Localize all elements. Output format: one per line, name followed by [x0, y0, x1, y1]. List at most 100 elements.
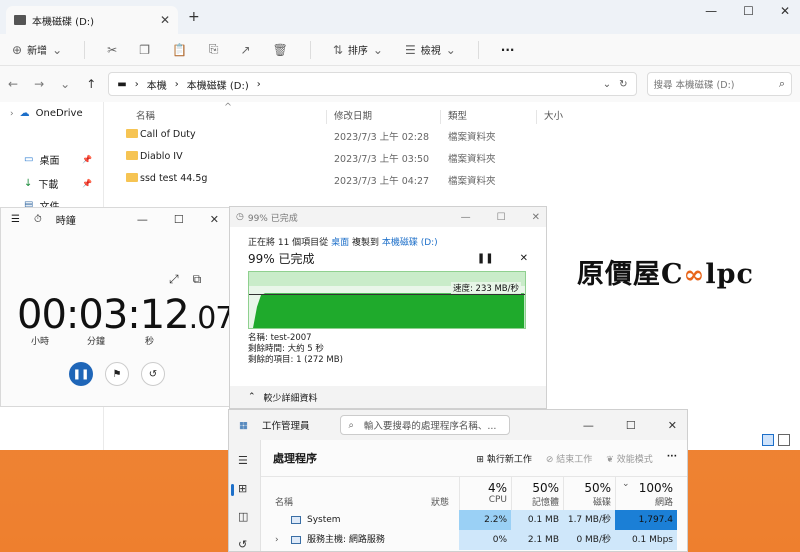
column-network[interactable]: ⌄ 100% 網路	[615, 477, 677, 511]
memory-cell: 0.1 MB	[511, 510, 563, 530]
speed-area-path	[249, 293, 525, 328]
close-icon[interactable]: ✕	[668, 419, 677, 432]
clock-title: 時鐘	[55, 215, 76, 227]
minimize-icon[interactable]: —	[137, 213, 148, 226]
column-divider[interactable]	[536, 110, 537, 124]
logo-text: 原價屋	[577, 259, 661, 290]
sidebar-item-onedrive[interactable]: › ☁ OneDrive	[10, 108, 83, 119]
copy-dest-link[interactable]: 本機磁碟 (D:)	[382, 238, 438, 248]
expand-chevron-icon[interactable]: ›	[275, 530, 285, 550]
lap-button[interactable]: ⚑	[105, 362, 129, 386]
column-status[interactable]: 狀態	[431, 495, 449, 508]
share-icon[interactable]: ↗	[241, 43, 251, 57]
minimize-icon[interactable]: —	[583, 419, 594, 432]
less-details-button[interactable]: ⌃ 較少詳細資料	[230, 386, 546, 408]
paste-icon[interactable]: 📋	[172, 43, 187, 57]
hamburger-icon[interactable]: ☰	[11, 214, 20, 225]
toolbar-divider	[477, 40, 479, 59]
maximize-icon[interactable]: ☐	[174, 213, 184, 226]
forward-icon[interactable]: →	[34, 77, 44, 91]
column-name[interactable]: 名稱	[136, 108, 155, 122]
logo-text: C	[661, 259, 684, 290]
view-toggles	[762, 434, 790, 446]
coolpc-logo: 原價屋C∞lpc	[577, 252, 754, 291]
tab-close-icon[interactable]: ✕	[160, 13, 170, 27]
breadcrumb-drive[interactable]: 本機磁碟 (D:)	[187, 77, 249, 92]
minimize-icon[interactable]: —	[461, 212, 471, 223]
run-new-task-button[interactable]: ⊞ 執行新工作	[476, 452, 531, 465]
pin-icon: 📌	[82, 155, 92, 164]
up-icon[interactable]: ↑	[86, 77, 96, 91]
file-modified: 2023/7/3 上午 02:28	[334, 132, 430, 143]
column-divider[interactable]	[326, 110, 327, 124]
search-icon: ⌕	[348, 419, 354, 431]
delete-icon[interactable]: 🗑	[273, 43, 288, 57]
hamburger-icon[interactable]: ☰	[238, 454, 248, 467]
app-history-icon[interactable]: ↺	[238, 538, 247, 551]
back-icon[interactable]: ←	[8, 77, 18, 91]
explorer-tab[interactable]: 本機磁碟 (D:) ✕	[6, 6, 178, 34]
list-item[interactable]: Call of Duty 2023/7/3 上午 02:28 檔案資料夾	[126, 126, 596, 146]
recent-chevron-icon[interactable]: ⌄	[60, 77, 70, 91]
column-modified[interactable]: 修改日期	[334, 108, 372, 122]
column-type[interactable]: 類型	[448, 108, 467, 122]
performance-icon[interactable]: ◫	[238, 510, 248, 523]
copy-icon[interactable]: ❐	[139, 43, 150, 57]
pc-icon: ▬	[117, 78, 127, 90]
file-type: 檔案資料夾	[448, 154, 496, 165]
address-dropdown-icon[interactable]: ⌄	[603, 79, 611, 90]
column-divider[interactable]	[440, 110, 441, 124]
process-table-header: 名稱 狀態 4% CPU 50% 記憶體 50% 磁碟 ⌄ 100% 網路	[261, 476, 687, 511]
search-input[interactable]: 搜尋 本機磁碟 (D:) ⌕	[646, 72, 792, 96]
new-tab-icon[interactable]: +	[188, 9, 200, 25]
column-disk[interactable]: 50% 磁碟	[563, 477, 615, 511]
cut-icon[interactable]: ✂	[107, 43, 117, 57]
reset-button[interactable]: ↺	[141, 362, 165, 386]
column-memory[interactable]: 50% 記憶體	[511, 477, 563, 511]
maximize-icon[interactable]: ☐	[626, 419, 636, 432]
details-view-icon[interactable]	[762, 434, 774, 446]
table-row[interactable]: System 2.2% 0.1 MB 1.7 MB/秒 1,797.4 Mbps	[261, 510, 687, 545]
sidebar-item-downloads[interactable]: ↓ 下載 📌	[24, 176, 100, 191]
sidebar-item-desktop[interactable]: ▭ 桌面 📌	[24, 152, 100, 167]
column-size[interactable]: 大小	[544, 108, 563, 122]
keep-on-top-icon[interactable]: ⧉	[193, 272, 202, 287]
minimize-icon[interactable]: —	[705, 4, 717, 18]
breadcrumb-pc[interactable]: 本機	[147, 77, 167, 92]
copy-source-link[interactable]: 桌面	[331, 238, 349, 248]
label-seconds: 秒	[145, 337, 155, 347]
tiles-view-icon[interactable]	[778, 434, 790, 446]
cancel-icon[interactable]: ✕	[520, 253, 528, 264]
column-cpu[interactable]: 4% CPU	[459, 477, 511, 511]
list-item[interactable]: Diablo IV 2023/7/3 上午 03:50 檔案資料夾	[126, 148, 596, 168]
process-search-input[interactable]: ⌕ 輸入要搜尋的處理程序名稱、...	[339, 415, 510, 435]
address-bar[interactable]: ▬ › 本機 › 本機磁碟 (D:) › ⌄ ↻	[108, 72, 637, 96]
pause-button[interactable]: ❚❚	[69, 362, 93, 386]
expand-icon[interactable]: ⤢	[169, 272, 179, 287]
column-name[interactable]: 名稱	[275, 495, 293, 508]
close-icon[interactable]: ✕	[210, 213, 219, 226]
explorer-toolbar: ⊕ 新增 ⌄ ✂ ❐ 📋 ⎘ ↗ 🗑 ⇅ 排序 ⌄ ☰ 檢視 ⌄ ···	[0, 34, 800, 66]
network-cell: 1,797.4 Mbps	[615, 510, 677, 545]
cpu-total: 4%	[487, 481, 507, 495]
sort-button[interactable]: ⇅ 排序 ⌄	[333, 42, 383, 58]
stopwatch-ms: .07	[188, 301, 235, 336]
disk-cell: 0 MB/秒	[563, 530, 615, 550]
more-options-icon[interactable]: ···	[667, 452, 677, 465]
file-modified: 2023/7/3 上午 03:50	[334, 154, 430, 165]
rename-icon[interactable]: ⎘	[209, 42, 219, 57]
close-icon[interactable]: ✕	[532, 212, 540, 223]
processes-icon[interactable]: ⊞	[238, 482, 247, 495]
refresh-icon[interactable]: ↻	[619, 79, 627, 90]
close-icon[interactable]: ✕	[780, 4, 790, 18]
view-button[interactable]: ☰ 檢視 ⌄	[405, 42, 456, 58]
list-item[interactable]: ssd test 44.5g 2023/7/3 上午 04:27 檔案資料夾	[126, 170, 596, 190]
end-task-icon: ⊘	[545, 454, 554, 465]
chevron-down-icon: ⌄	[372, 42, 383, 57]
more-options-icon[interactable]: ···	[501, 43, 515, 57]
pause-icon[interactable]: ❚❚	[477, 253, 494, 264]
new-button[interactable]: ⊕ 新增 ⌄	[12, 42, 62, 58]
cpu-cell: 2.2%	[459, 510, 511, 530]
table-row[interactable]: › 服務主機: 網路服務 0% 2.1 MB 0 MB/秒 0.1 Mbps	[261, 530, 687, 550]
maximize-icon[interactable]: ☐	[743, 4, 754, 18]
